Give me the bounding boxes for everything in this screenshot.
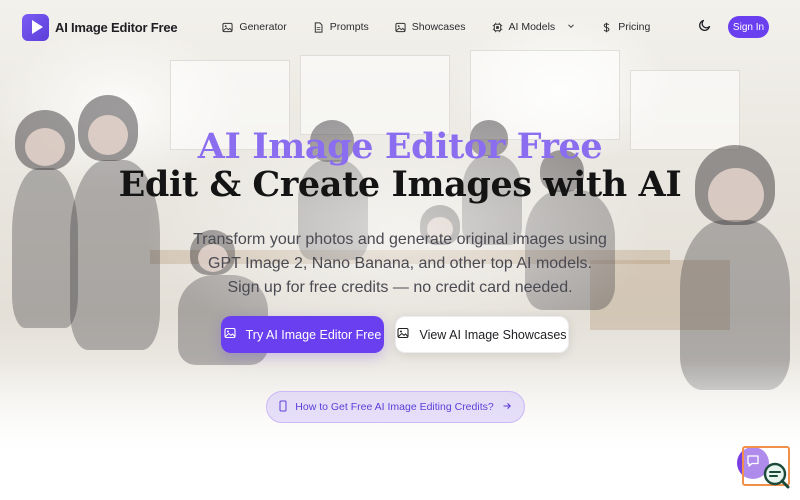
search-chat-icon[interactable] <box>760 460 792 492</box>
nav-item-prompts[interactable]: Prompts <box>300 12 382 42</box>
try-editor-button[interactable]: Try AI Image Editor Free <box>221 316 384 353</box>
nav-item-generator[interactable]: Generator <box>209 12 299 42</box>
nav-item-pricing[interactable]: Pricing <box>588 12 663 42</box>
image-icon <box>395 22 406 33</box>
dollar-icon <box>601 22 612 33</box>
main-nav: Generator Prompts Showcases AI Models Pr… <box>209 12 663 42</box>
free-credits-link[interactable]: How to Get Free AI Image Editing Credits… <box>266 391 525 423</box>
arrow-right-icon <box>502 401 512 414</box>
free-credits-link-label: How to Get Free AI Image Editing Credits… <box>295 401 494 413</box>
nav-item-label: Pricing <box>618 21 651 33</box>
image-icon <box>224 327 236 342</box>
logo-text: AI Image Editor Free <box>55 19 178 35</box>
nav-item-ai-models[interactable]: AI Models <box>479 12 589 42</box>
nav-item-label: AI Models <box>508 21 556 33</box>
nav-item-label: Showcases <box>411 21 466 33</box>
moon-icon <box>698 18 712 37</box>
view-showcases-button-label: View AI Image Showcases <box>419 327 567 342</box>
image-icon <box>222 22 234 33</box>
view-showcases-button[interactable]: View AI Image Showcases <box>395 316 569 353</box>
nav-item-label: Generator <box>239 21 287 33</box>
top-navigation-bar: AI Image Editor Free Generator Prompts S… <box>0 0 800 54</box>
hero-subtitle: Transform your photos and generate origi… <box>193 231 607 296</box>
image-icon <box>397 327 410 342</box>
hero-title-accent: AI Image Editor Free <box>197 126 603 167</box>
logo-play-icon <box>22 13 49 41</box>
chip-icon <box>492 22 503 33</box>
hero-title-main: Edit & Create Images with AI <box>118 164 682 205</box>
document-icon <box>313 21 324 33</box>
nav-item-label: Prompts <box>329 21 369 33</box>
theme-toggle-button[interactable] <box>694 16 716 38</box>
try-editor-button-label: Try AI Image Editor Free <box>245 327 382 342</box>
info-icon <box>279 400 287 415</box>
logo[interactable]: AI Image Editor Free <box>22 13 178 41</box>
nav-item-showcases[interactable]: Showcases <box>382 12 479 42</box>
sign-in-button[interactable]: Sign In <box>728 16 769 38</box>
chevron-down-icon <box>567 22 575 32</box>
hero-background-illustration <box>0 0 800 450</box>
